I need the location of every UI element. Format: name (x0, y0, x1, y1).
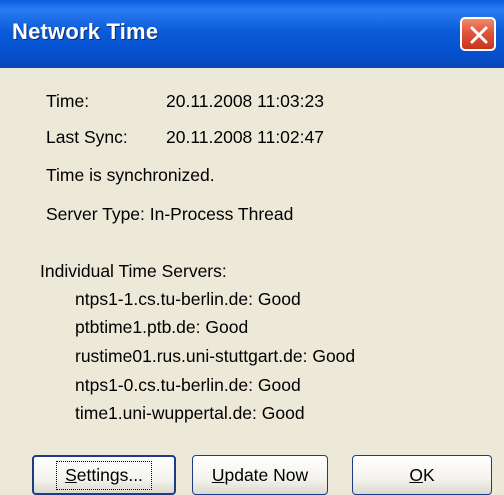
settings-label: ettings... (76, 464, 143, 485)
settings-mnemonic: S (65, 464, 77, 485)
title-bar: Network Time (0, 0, 504, 68)
close-icon (470, 26, 488, 44)
sync-status: Time is synchronized. (46, 165, 215, 185)
time-value: 20.11.2008 11:03:23 (166, 91, 324, 111)
ok-mnemonic: O (409, 464, 423, 485)
server-item: ntps1-0.cs.tu-berlin.de: Good (75, 375, 301, 395)
last-sync-value: 20.11.2008 11:02:47 (166, 127, 324, 147)
ok-button[interactable]: OK (352, 455, 492, 495)
update-now-button[interactable]: Update Now (192, 455, 328, 495)
server-item: time1.uni-wuppertal.de: Good (75, 403, 305, 423)
server-item: rustime01.rus.uni-stuttgart.de: Good (75, 346, 356, 366)
ok-label: K (422, 464, 435, 485)
close-button[interactable] (460, 17, 496, 51)
window-title: Network Time (12, 19, 159, 44)
server-type: Server Type: In-Process Thread (46, 204, 294, 224)
time-label: Time: (46, 91, 90, 111)
servers-header: Individual Time Servers: (40, 261, 227, 281)
update-label: pdate Now (224, 464, 309, 485)
update-mnemonic: U (211, 464, 225, 485)
server-item: ptbtime1.ptb.de: Good (75, 317, 249, 337)
settings-button[interactable]: Settings... (32, 455, 176, 495)
server-item: ntps1-1.cs.tu-berlin.de: Good (75, 289, 301, 309)
last-sync-label: Last Sync: (46, 127, 128, 147)
